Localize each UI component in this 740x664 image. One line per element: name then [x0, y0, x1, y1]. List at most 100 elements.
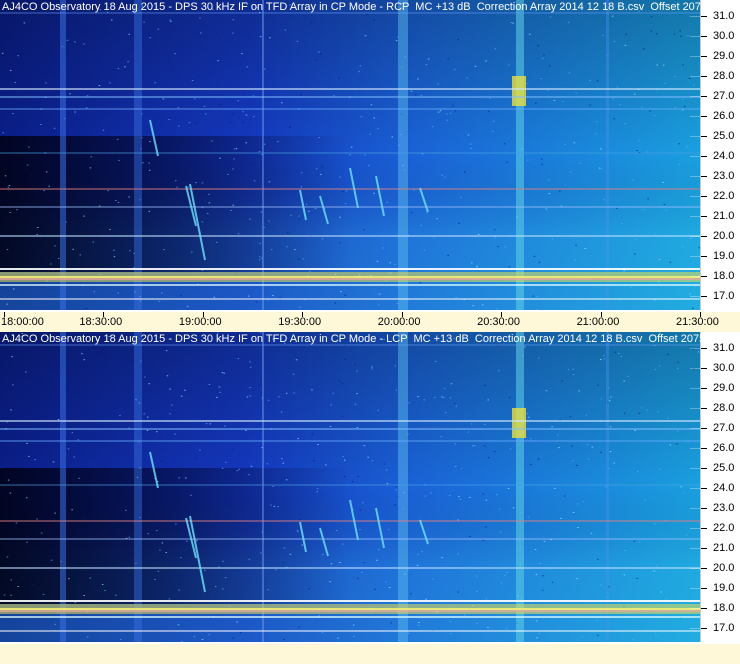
noise-speckle	[669, 261, 672, 263]
noise-speckle	[332, 392, 334, 394]
noise-speckle	[126, 572, 129, 574]
noise-speckle	[676, 443, 678, 445]
noise-speckle	[677, 361, 680, 363]
y-tick-label: 19.0	[713, 582, 735, 594]
noise-speckle	[246, 66, 249, 68]
y-tick-mark	[701, 236, 707, 237]
noise-speckle	[343, 476, 346, 478]
noise-speckle	[201, 639, 204, 640]
noise-speckle	[635, 239, 637, 241]
noise-speckle	[230, 210, 232, 211]
noise-speckle	[34, 459, 36, 461]
noise-speckle	[156, 530, 158, 532]
noise-speckle	[351, 481, 354, 482]
noise-speckle	[28, 146, 30, 148]
noise-speckle	[32, 584, 34, 586]
noise-speckle	[248, 295, 250, 297]
noise-speckle	[536, 309, 538, 310]
x-tick-label: 21:30:00	[676, 316, 719, 328]
noise-speckle	[335, 530, 338, 531]
dark-region	[0, 136, 700, 272]
noise-speckle	[434, 396, 436, 398]
noise-speckle	[457, 591, 459, 593]
noise-speckle	[16, 209, 18, 211]
noise-speckle	[509, 396, 511, 398]
noise-speckle	[600, 359, 602, 360]
noise-speckle	[316, 491, 319, 493]
noise-speckle	[82, 47, 85, 49]
y-tick-mark	[701, 116, 707, 117]
noise-speckle	[578, 390, 580, 392]
noise-speckle	[6, 556, 9, 558]
noise-speckle	[460, 196, 462, 198]
interference-line	[0, 96, 700, 98]
noise-speckle	[314, 208, 317, 209]
noise-speckle	[464, 171, 466, 173]
noise-speckle	[630, 287, 633, 288]
noise-speckle	[637, 140, 640, 142]
vertical-band	[60, 332, 66, 642]
noise-speckle	[349, 154, 351, 156]
noise-speckle	[295, 359, 298, 361]
noise-speckle	[665, 598, 667, 600]
noise-speckle	[614, 351, 616, 353]
y-tick-label: 25.0	[713, 462, 735, 474]
noise-speckle	[692, 307, 694, 309]
noise-speckle	[441, 396, 443, 398]
noise-speckle	[294, 249, 296, 251]
y-grid-stub	[690, 548, 700, 549]
noise-speckle	[203, 105, 206, 107]
noise-speckle	[563, 495, 566, 497]
noise-speckle	[115, 594, 117, 596]
y-tick-mark	[701, 96, 707, 97]
noise-speckle	[609, 426, 612, 428]
noise-speckle	[543, 54, 545, 56]
noise-speckle	[536, 295, 538, 297]
noise-speckle	[54, 512, 56, 514]
noise-speckle	[2, 371, 5, 373]
y-tick-label: 27.0	[713, 422, 735, 434]
x-tick-label: 20:00:00	[377, 316, 421, 328]
interference-line	[0, 268, 700, 270]
noise-speckle	[145, 376, 147, 378]
interference-line	[0, 108, 700, 110]
noise-speckle	[454, 110, 457, 112]
noise-speckle	[188, 122, 191, 124]
noise-speckle	[506, 161, 508, 163]
noise-speckle	[259, 242, 261, 244]
y-tick-mark	[701, 628, 707, 629]
noise-speckle	[543, 540, 546, 542]
noise-speckle	[341, 415, 344, 417]
y-tick-label: 21.0	[713, 210, 735, 222]
noise-speckle	[247, 502, 249, 504]
noise-speckle	[57, 262, 60, 264]
noise-speckle	[107, 190, 109, 192]
noise-speckle	[241, 53, 243, 55]
noise-speckle	[12, 113, 14, 115]
noise-speckle	[476, 623, 478, 625]
noise-speckle	[636, 577, 638, 579]
noise-speckle	[201, 182, 204, 184]
noise-speckle	[634, 253, 636, 255]
noise-speckle	[660, 591, 662, 593]
noise-speckle	[147, 533, 149, 535]
noise-speckle	[597, 384, 599, 386]
noise-speckle	[168, 119, 170, 121]
noise-speckle	[483, 423, 486, 425]
noise-speckle	[432, 126, 434, 128]
noise-speckle	[180, 598, 183, 600]
noise-speckle	[642, 48, 645, 50]
noise-speckle	[449, 112, 452, 114]
noise-speckle	[174, 53, 176, 55]
lcp-panel: AJ4CO Observatory 18 Aug 2015 - DPS 30 k…	[0, 332, 740, 664]
noise-speckle	[113, 256, 116, 258]
noise-speckle	[434, 361, 437, 363]
noise-speckle	[446, 113, 448, 115]
noise-speckle	[535, 620, 538, 622]
noise-speckle	[509, 448, 512, 450]
noise-speckle	[554, 487, 556, 489]
noise-speckle	[524, 346, 526, 348]
noise-speckle	[576, 464, 578, 466]
noise-speckle	[457, 39, 459, 41]
noise-speckle	[89, 577, 91, 579]
